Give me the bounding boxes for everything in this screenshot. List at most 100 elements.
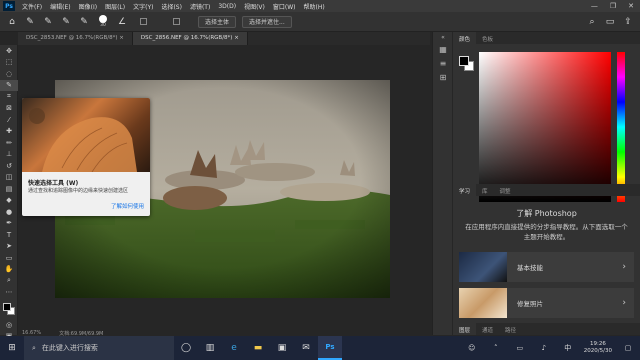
restore-button[interactable]: ❐: [604, 2, 622, 10]
menu-view[interactable]: 视图(V): [240, 2, 269, 11]
tooltip-preview-image: [22, 98, 150, 172]
home-icon[interactable]: ⌂: [6, 16, 18, 28]
move-tool-icon[interactable]: ✥: [0, 45, 18, 57]
foreground-color-swatch[interactable]: [3, 303, 11, 311]
menu-window[interactable]: 窗口(W): [269, 2, 300, 11]
brush-angle-icon[interactable]: ∠: [116, 16, 128, 28]
menu-layer[interactable]: 图层(L): [101, 2, 129, 11]
menu-select[interactable]: 选择(S): [157, 2, 186, 11]
pen-tool-icon[interactable]: ✒: [0, 218, 18, 230]
new-selection-icon[interactable]: ✎: [42, 16, 54, 28]
tab-libraries[interactable]: 库: [476, 184, 494, 196]
crop-tool-icon[interactable]: ⌗: [0, 91, 18, 103]
share-icon[interactable]: ⇪: [622, 16, 634, 28]
enhance-edge-checkbox[interactable]: [173, 18, 180, 25]
tab-dsc-2853[interactable]: DSC_2853.NEF @ 16.7%(RGB/8*) ×: [18, 32, 133, 45]
history-brush-icon[interactable]: ↺: [0, 160, 18, 172]
clone-stamp-icon[interactable]: ⊥: [0, 149, 18, 161]
tab-swatches[interactable]: 色板: [476, 32, 499, 44]
glyphs-panel-icon[interactable]: ⊞: [433, 70, 453, 84]
close-button[interactable]: ✕: [622, 2, 640, 10]
gradient-tool-icon[interactable]: ▤: [0, 183, 18, 195]
mail-icon[interactable]: ✉: [294, 336, 318, 360]
learn-card-basic-skills[interactable]: 基本技能 ›: [459, 252, 634, 282]
tooltip-title: 快速选择工具 (W): [28, 180, 79, 187]
path-selection-icon[interactable]: ➤: [0, 241, 18, 253]
minimize-button[interactable]: —: [585, 2, 604, 10]
color-picker-field[interactable]: [479, 52, 611, 202]
volume-icon[interactable]: ♪: [532, 336, 556, 360]
menu-edit[interactable]: 编辑(E): [46, 2, 74, 11]
store-icon[interactable]: ▣: [270, 336, 294, 360]
sample-all-layers-checkbox[interactable]: [140, 18, 147, 25]
tab-learn[interactable]: 学习: [453, 184, 477, 196]
clock-time: 19:26: [589, 341, 606, 347]
tab-channels[interactable]: 通道: [476, 323, 499, 335]
add-to-selection-icon[interactable]: ✎: [60, 16, 72, 28]
taskbar-search-box[interactable]: ⌕ 在此键入进行搜索: [24, 336, 174, 360]
frame-tool-icon[interactable]: ⊠: [0, 103, 18, 115]
select-subject-button[interactable]: 选择主体: [198, 15, 237, 28]
collapse-panels-icon[interactable]: «: [433, 32, 453, 42]
brush-size-preview[interactable]: 30: [96, 15, 110, 28]
task-view-icon[interactable]: ◯: [174, 336, 198, 360]
hand-tool-icon[interactable]: ✋: [0, 264, 18, 276]
foreground-background-colors[interactable]: [0, 301, 17, 319]
lasso-tool-icon[interactable]: ◌: [0, 68, 18, 80]
dodge-tool-icon[interactable]: ●: [0, 206, 18, 218]
menu-3d[interactable]: 3D(D): [214, 3, 240, 10]
learn-card-fix-photo[interactable]: 修复照片 ›: [459, 288, 634, 318]
select-and-mask-button[interactable]: 选择并遮住...: [242, 15, 292, 28]
brush-dot-icon: [99, 15, 107, 23]
windows-start-icon[interactable]: ⊞: [0, 336, 24, 360]
photoshop-taskbar-icon[interactable]: Ps: [318, 336, 342, 360]
people-icon[interactable]: ☺: [460, 336, 484, 360]
tab-adjustments[interactable]: 调整: [494, 184, 517, 196]
tab-paths[interactable]: 路径: [499, 323, 522, 335]
menu-image[interactable]: 图像(I): [75, 2, 101, 11]
learn-how-link[interactable]: 了解如何使用: [111, 202, 144, 210]
subtract-selection-icon[interactable]: ✎: [78, 16, 90, 28]
marquee-tool-icon[interactable]: ⬚: [0, 57, 18, 69]
menu-help[interactable]: 帮助(H): [300, 2, 329, 11]
brush-tool-icon[interactable]: ✏: [0, 137, 18, 149]
windows-taskbar: ⊞ ⌕ 在此键入进行搜索 ◯ ▥ e ▬ ▣ ✉ Ps ☺ ˄ ▭ ♪ 中 19…: [0, 336, 640, 360]
properties-panel-icon[interactable]: ≡: [433, 56, 453, 70]
tooltip-description: 通过查找和追踪图像中的边缘来快速创建选区: [28, 188, 129, 194]
taskview-grid-icon[interactable]: ▥: [198, 336, 222, 360]
workspace-icon[interactable]: ▭: [604, 16, 616, 28]
search-icon[interactable]: ⌕: [586, 16, 598, 28]
history-panel-icon[interactable]: ▦: [433, 42, 453, 56]
rectangle-tool-icon[interactable]: ▭: [0, 252, 18, 264]
eyedropper-tool-icon[interactable]: ⁄: [0, 114, 18, 126]
tray-chevron-icon[interactable]: ˄: [484, 336, 508, 360]
edge-browser-icon[interactable]: e: [222, 336, 246, 360]
network-icon[interactable]: ▭: [508, 336, 532, 360]
fg-swatch[interactable]: [459, 56, 469, 66]
tab-layers[interactable]: 图层: [453, 323, 477, 335]
fix-photo-thumbnail: [459, 288, 507, 318]
more-tools-icon[interactable]: ⋯: [0, 287, 18, 299]
color-swatch-pair[interactable]: [459, 56, 475, 72]
tab-color[interactable]: 颜色: [453, 32, 477, 44]
ime-icon[interactable]: 中: [556, 336, 580, 360]
menu-bar: Ps 文件(F) 编辑(E) 图像(I) 图层(L) 文字(Y) 选择(S) 滤…: [0, 0, 640, 12]
eraser-tool-icon[interactable]: ◫: [0, 172, 18, 184]
quick-selection-preset-icon[interactable]: ✎: [24, 16, 36, 28]
healing-brush-icon[interactable]: ✚: [0, 126, 18, 138]
file-explorer-icon[interactable]: ▬: [246, 336, 270, 360]
quick-selection-tool-icon[interactable]: ✎: [0, 79, 18, 91]
menu-file[interactable]: 文件(F): [18, 2, 46, 11]
quick-mask-icon[interactable]: ◎: [0, 319, 18, 331]
notification-icon[interactable]: ▢: [616, 336, 640, 360]
menu-type[interactable]: 文字(Y): [129, 2, 157, 11]
photoshop-logo-icon[interactable]: Ps: [3, 1, 15, 11]
type-tool-icon[interactable]: T: [0, 229, 18, 241]
right-panel: 颜色 色板 学习 库 调整 了解 Photoshop 在应用程序内直接提供的分步…: [453, 32, 640, 335]
zoom-tool-icon[interactable]: ⌕: [0, 275, 18, 287]
menu-filter[interactable]: 滤镜(T): [186, 2, 214, 11]
taskbar-clock[interactable]: 19:26 2020/5/30: [580, 341, 616, 355]
blur-tool-icon[interactable]: ◆: [0, 195, 18, 207]
tab-dsc-2856[interactable]: DSC_2856.NEF @ 16.7%(RGB/8*) ×: [132, 32, 248, 45]
hue-slider[interactable]: [617, 52, 625, 202]
